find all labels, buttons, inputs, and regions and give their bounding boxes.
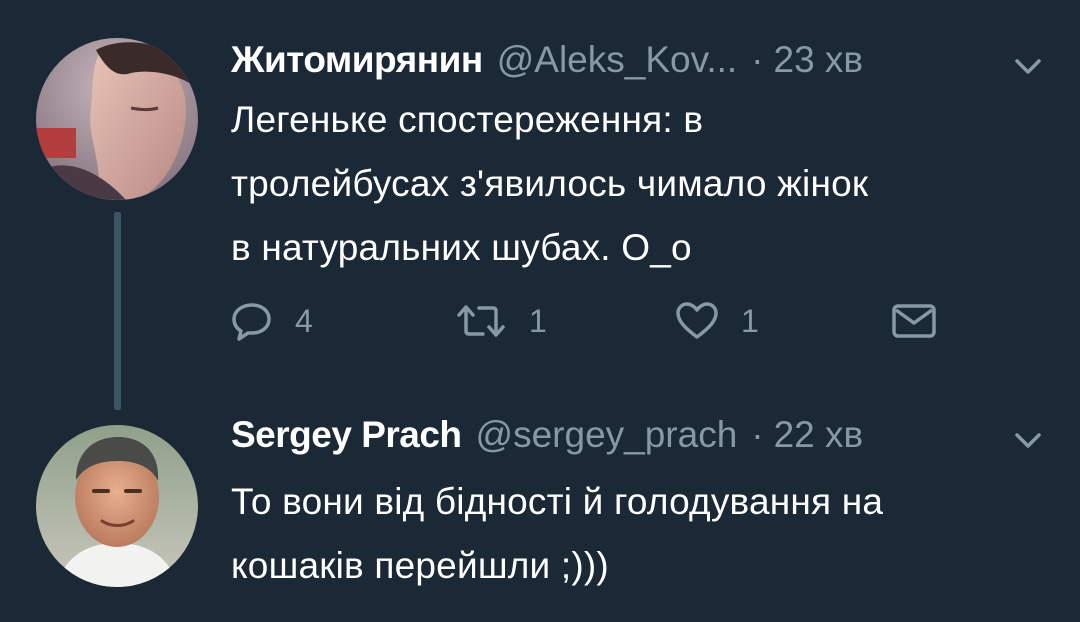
avatar[interactable]	[36, 425, 198, 587]
retweet-count: 1	[529, 302, 547, 339]
author-handle[interactable]: @sergey_prach	[476, 409, 738, 461]
tweet-time[interactable]: 22 хв	[774, 409, 864, 461]
avatar[interactable]	[36, 38, 198, 200]
tweet-text-line: То вони від бідності й голодування на	[231, 481, 884, 522]
tweet-text: Легеньке спостереження: в тролейбусах з'…	[231, 88, 1051, 280]
reply-button[interactable]: 4	[231, 296, 313, 346]
retweet-button[interactable]: 1	[455, 296, 547, 346]
avatar-photo	[36, 38, 198, 200]
thread-connector	[114, 212, 121, 410]
retweet-icon	[457, 305, 505, 337]
reply-icon	[232, 303, 271, 341]
tweet-text-line: кошаків перейшли ;)))	[231, 545, 609, 586]
tweet-time[interactable]: 23 хв	[774, 34, 864, 86]
separator-dot: ·	[751, 39, 764, 80]
direct-message-icon	[892, 304, 936, 338]
tweet-text-line: в натуральних шубах. О_о	[231, 227, 692, 268]
avatar-photo	[36, 425, 198, 587]
reply-count: 4	[295, 302, 313, 339]
author-handle[interactable]: @Aleks_Kov...	[497, 34, 737, 86]
tweet-1[interactable]: Житомирянин @Aleks_Kov... · 23 хв Легень…	[0, 0, 1080, 410]
tweet-text-line: тролейбусах з'явилось чимало жінок	[231, 163, 869, 204]
author-name[interactable]: Житомирянин	[231, 34, 483, 86]
like-icon	[676, 302, 718, 339]
separator-dot: ·	[751, 414, 764, 455]
tweet-actions: 4 1 1	[231, 296, 971, 346]
chevron-down-icon[interactable]	[1014, 58, 1042, 76]
like-button[interactable]: 1	[675, 296, 759, 346]
tweet-text: То вони від бідності й голодування на ко…	[231, 470, 1051, 598]
chevron-down-icon[interactable]	[1014, 432, 1042, 450]
author-name[interactable]: Sergey Prach	[231, 409, 462, 461]
direct-message-button[interactable]	[891, 296, 937, 346]
tweet-text-line: Легеньке спостереження: в	[231, 99, 704, 140]
like-count: 1	[741, 302, 759, 339]
tweet-header: Sergey Prach @sergey_prach · 22 хв	[231, 409, 863, 461]
tweet-header: Житомирянин @Aleks_Kov... · 23 хв	[231, 34, 863, 86]
